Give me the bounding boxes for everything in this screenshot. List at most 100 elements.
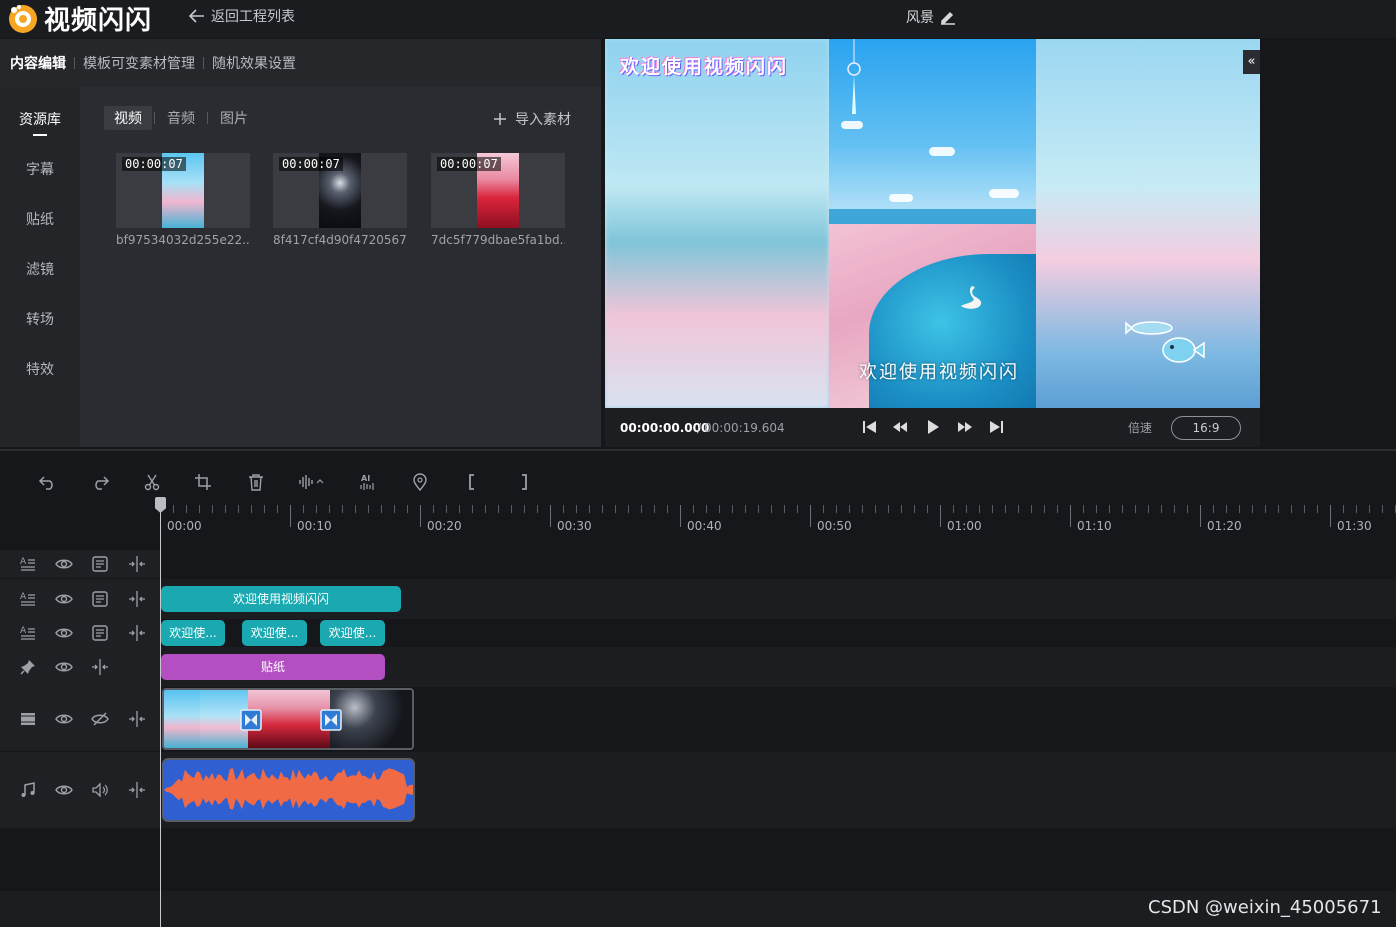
edit-pencil-icon[interactable] (940, 9, 956, 25)
side-item-library[interactable]: 资源库 (0, 109, 80, 136)
audio-separate-icon[interactable] (298, 473, 326, 491)
split-track-icon[interactable] (128, 781, 146, 799)
collapse-panel-button[interactable]: « (1243, 50, 1260, 74)
aspect-ratio-button[interactable]: 16:9 (1171, 416, 1241, 440)
media-item[interactable]: 00:00:07 8f417cf4d90f4720567... (273, 153, 407, 247)
ruler-minor-tick (745, 505, 746, 513)
ruler-minor-tick (485, 505, 486, 513)
ruler-major-tick (420, 505, 421, 527)
ai-audio-icon[interactable]: AI (358, 473, 378, 491)
ruler-minor-tick (953, 505, 954, 513)
audio-clip[interactable] (162, 758, 415, 822)
mark-in-icon[interactable] (462, 473, 482, 491)
time-ruler[interactable]: 00:00 00:10 00:20 00:30 00:40 00:50 01:0… (160, 503, 1396, 543)
text-clip[interactable]: 欢迎使用视频闪闪 (161, 586, 401, 612)
cloud (989, 189, 1019, 198)
location-marker-icon[interactable] (410, 473, 430, 491)
ruler-minor-tick (901, 505, 902, 513)
tab-video[interactable]: 视频 (104, 106, 152, 130)
text-properties-icon[interactable] (91, 590, 109, 608)
tab-template-materials[interactable]: 模板可变素材管理 (83, 53, 195, 73)
ruler-minor-tick (1265, 505, 1266, 513)
text-clip[interactable]: 欢迎使... (320, 620, 385, 646)
playhead-line[interactable] (160, 498, 161, 927)
text-properties-icon[interactable] (91, 624, 109, 642)
ruler-minor-tick (212, 505, 213, 513)
sticker-clip[interactable]: 贴纸 (161, 654, 385, 680)
ruler-major-tick (940, 505, 941, 527)
side-item-filters[interactable]: 滤镜 (0, 259, 80, 279)
video-clip[interactable] (162, 688, 414, 750)
eye-icon[interactable] (55, 590, 73, 608)
split-track-icon[interactable] (128, 624, 146, 642)
split-track-icon[interactable] (91, 658, 109, 676)
ruler-minor-tick (1005, 505, 1006, 513)
preview-canvas[interactable]: 欢迎使用视频闪闪 欢迎使用视频闪闪 « (605, 39, 1260, 408)
ruler-major-tick (290, 505, 291, 527)
media-item[interactable]: 00:00:07 bf97534032d255e22... (116, 153, 250, 247)
fast-forward-icon[interactable] (956, 419, 974, 435)
skip-to-end-icon[interactable] (987, 419, 1005, 435)
tab-content-edit[interactable]: 内容编辑 (10, 53, 66, 73)
text-clip[interactable]: 欢迎使... (242, 620, 307, 646)
side-item-stickers[interactable]: 贴纸 (0, 209, 80, 229)
media-duration: 00:00:07 (122, 157, 186, 171)
split-track-icon[interactable] (128, 710, 146, 728)
split-track-icon[interactable] (128, 590, 146, 608)
overlay-title-text: 欢迎使用视频闪闪 (620, 56, 789, 78)
speed-button[interactable]: 倍速 (1128, 419, 1152, 436)
split-track-icon[interactable] (128, 555, 146, 573)
tab-image[interactable]: 图片 (210, 106, 258, 130)
import-media-button[interactable]: 导入素材 (493, 109, 571, 129)
svg-text:AI: AI (361, 474, 370, 483)
ruler-major-tick (1070, 505, 1071, 527)
eye-icon[interactable] (55, 658, 73, 676)
transition-icon[interactable] (320, 709, 342, 731)
ruler-minor-tick (667, 505, 668, 513)
track-controls: A (0, 579, 160, 619)
ruler-minor-tick (875, 505, 876, 513)
ruler-minor-tick (264, 505, 265, 513)
side-item-transitions[interactable]: 转场 (0, 309, 80, 329)
ruler-minor-tick (355, 505, 356, 513)
undo-icon[interactable] (38, 473, 58, 491)
transition-icon[interactable] (240, 709, 262, 731)
mark-out-icon[interactable] (514, 473, 534, 491)
text-clip[interactable]: 欢迎使... (161, 620, 225, 646)
crop-icon[interactable] (194, 473, 214, 491)
skip-to-start-icon[interactable] (861, 419, 879, 435)
ruler-label: 01:00 (947, 519, 982, 533)
eye-icon[interactable] (55, 555, 73, 573)
mute-icon[interactable] (91, 710, 109, 728)
text-properties-icon[interactable] (91, 555, 109, 573)
eye-icon[interactable] (55, 624, 73, 642)
track-controls: A (0, 550, 160, 578)
cut-icon[interactable] (142, 473, 162, 491)
back-label: 返回工程列表 (211, 9, 295, 25)
project-title[interactable]: 风景 (906, 7, 956, 27)
audio-track (0, 752, 1396, 828)
tab-audio[interactable]: 音频 (157, 106, 205, 130)
side-nav: 资源库 字幕 贴纸 滤镜 转场 特效 (0, 87, 80, 447)
tab-random-effects[interactable]: 随机效果设置 (212, 53, 296, 73)
fish-sticker-icon[interactable] (1124, 317, 1210, 369)
track-controls: A (0, 619, 160, 647)
side-item-subtitles[interactable]: 字幕 (0, 159, 80, 179)
back-to-projects-link[interactable]: 返回工程列表 (189, 6, 295, 26)
media-item[interactable]: 00:00:07 7dc5f779dbae5fa1bd... (431, 153, 565, 247)
eye-icon[interactable] (55, 781, 73, 799)
ruler-minor-tick (797, 505, 798, 513)
redo-icon[interactable] (90, 473, 110, 491)
play-icon[interactable] (924, 419, 942, 435)
ruler-minor-tick (1031, 505, 1032, 513)
eye-icon[interactable] (55, 710, 73, 728)
video-frame-thumb (164, 690, 200, 748)
side-item-effects[interactable]: 特效 (0, 359, 80, 379)
rewind-icon[interactable] (891, 419, 909, 435)
volume-icon[interactable] (91, 781, 109, 799)
ruler-minor-tick (498, 505, 499, 513)
ruler-minor-tick (407, 505, 408, 513)
ruler-label: 01:20 (1207, 519, 1242, 533)
ruler-minor-tick (381, 505, 382, 513)
delete-icon[interactable] (246, 473, 266, 491)
